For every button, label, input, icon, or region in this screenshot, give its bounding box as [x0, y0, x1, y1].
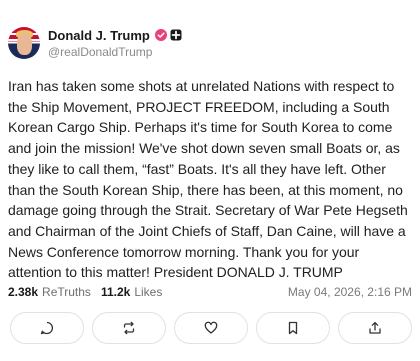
retruth-button[interactable] [92, 312, 166, 344]
share-icon [369, 321, 381, 334]
author-handle[interactable]: @realDonaldTrump [48, 45, 182, 59]
author-block: Donald J. Trump @realDonaldTrump [48, 27, 182, 59]
likes-stat[interactable]: 11.2k Likes [101, 285, 162, 299]
like-button[interactable] [174, 312, 248, 344]
likes-label: Likes [134, 285, 163, 299]
retruths-stat[interactable]: 2.38k ReTruths [8, 285, 91, 299]
retruths-label: ReTruths [42, 285, 91, 299]
author-name[interactable]: Donald J. Trump [48, 28, 150, 43]
retruths-count: 2.38k [8, 285, 39, 299]
share-button[interactable] [338, 312, 412, 344]
reply-button[interactable] [10, 312, 84, 344]
post-header: Donald J. Trump @realDonaldTrump [8, 26, 182, 60]
action-bar [10, 312, 412, 344]
avatar[interactable] [8, 27, 40, 59]
bookmark-button[interactable] [256, 312, 330, 344]
verified-badge-icon [154, 29, 167, 41]
likes-count: 11.2k [100, 285, 131, 299]
heart-icon [204, 321, 218, 334]
retruth-icon [123, 321, 135, 335]
bookmark-icon [288, 321, 298, 335]
post-stats: 2.38k ReTruths 11.2k Likes May 04, 2026, 2… [8, 283, 412, 301]
reply-icon [40, 321, 53, 335]
shield-icon [170, 29, 182, 41]
post-date[interactable]: May 04, 2026, 2:16 PM [288, 285, 412, 299]
post-text: Iran has taken some shots at unrelated N… [8, 78, 408, 281]
